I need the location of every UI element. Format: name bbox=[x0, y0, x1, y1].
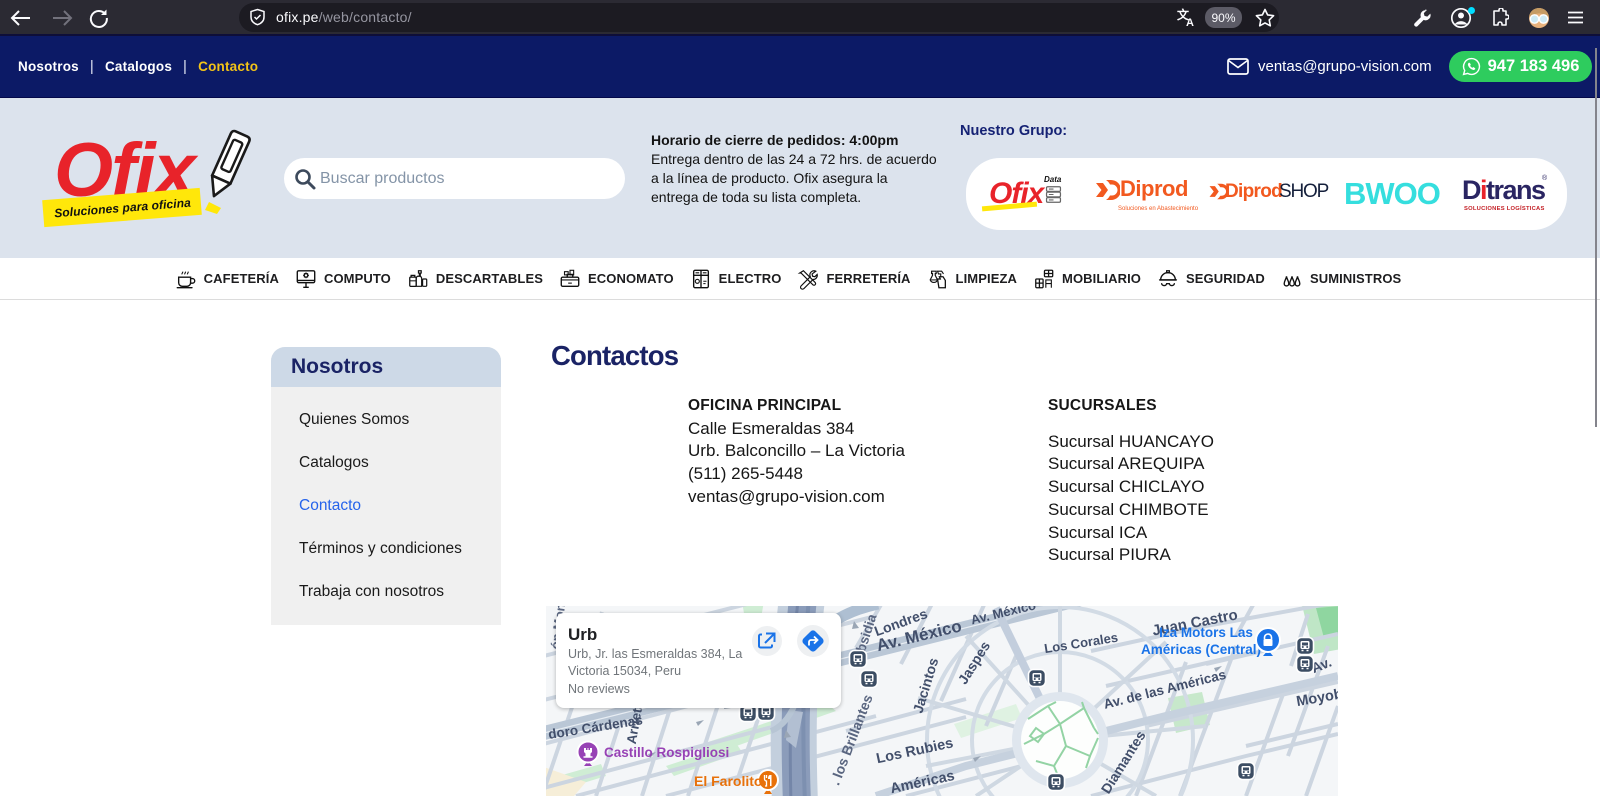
svg-text:Castillo Rospigliosi: Castillo Rospigliosi bbox=[604, 745, 729, 760]
svg-text:Iza Motors Las: Iza Motors Las bbox=[1159, 625, 1253, 640]
svg-text:El Farolito: El Farolito bbox=[694, 773, 762, 789]
svg-text:Américas (Central): Américas (Central) bbox=[1141, 642, 1261, 657]
svg-text:A: A bbox=[1186, 17, 1194, 27]
